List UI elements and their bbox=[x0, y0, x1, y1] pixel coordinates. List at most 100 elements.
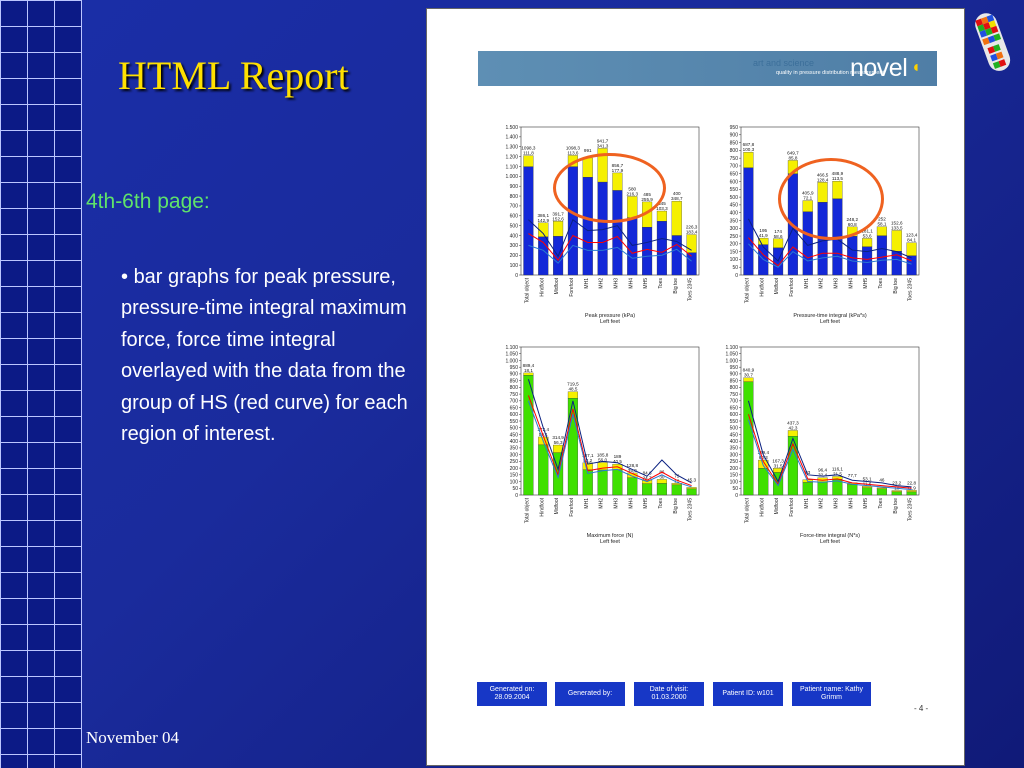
sd-bar bbox=[862, 238, 873, 247]
sd-bar bbox=[523, 155, 534, 167]
sd-bar bbox=[906, 490, 917, 493]
x-category-label: MH3 bbox=[613, 498, 619, 509]
y-tick-label: 650 bbox=[510, 405, 519, 411]
mean-bar bbox=[906, 255, 917, 276]
y-tick-label: 850 bbox=[730, 378, 739, 384]
info-generated-on: Generated on: 28.09.2004 bbox=[477, 682, 547, 706]
bar-sd-label: 100,3 bbox=[743, 147, 755, 152]
y-tick-label: 200 bbox=[730, 466, 739, 472]
y-tick-label: 350 bbox=[510, 446, 519, 452]
chart-subtitle: Left feet bbox=[820, 319, 840, 325]
bar-sd-label: 40,5 bbox=[613, 459, 622, 464]
y-tick-label: 100 bbox=[730, 479, 739, 485]
info-value: Grimm bbox=[820, 694, 842, 701]
y-tick-label: 550 bbox=[730, 419, 739, 425]
y-tick-label: 300 bbox=[730, 226, 739, 232]
x-category-label: Forefoot bbox=[789, 497, 795, 516]
x-category-label: MH3 bbox=[613, 278, 619, 289]
y-tick-label: 850 bbox=[510, 378, 519, 384]
sd-bar bbox=[773, 238, 784, 249]
bar-sd-label: 142,9 bbox=[538, 218, 550, 223]
y-tick-label: 1.300 bbox=[505, 145, 518, 151]
info-patient-id: Patient ID: w101 bbox=[713, 682, 783, 706]
y-tick-label: 150 bbox=[730, 249, 739, 255]
sd-bar bbox=[553, 221, 564, 237]
slide-title: HTML Report bbox=[118, 53, 349, 98]
mean-bar bbox=[523, 375, 534, 496]
mean-bar bbox=[656, 221, 667, 276]
y-tick-label: 100 bbox=[510, 263, 519, 269]
y-tick-label: 800 bbox=[510, 385, 519, 391]
x-category-label: Toes bbox=[658, 498, 664, 509]
info-label: Patient name: Kathy bbox=[799, 686, 864, 693]
x-category-label: MH4 bbox=[848, 498, 854, 509]
bar-sd-label: 30,7 bbox=[744, 373, 753, 378]
mean-bar bbox=[686, 488, 697, 496]
force-time-integral-chart: 0 50 100 150 200 250 300 350 400 450 500 550 600 650 7… bbox=[707, 341, 925, 551]
bullet-text: bar graphs for peak pressure, pressure-t… bbox=[121, 266, 408, 446]
mean-bar bbox=[567, 398, 578, 496]
bar-sd-label: 341,3 bbox=[597, 143, 609, 148]
y-tick-label: 350 bbox=[730, 218, 739, 224]
y-tick-label: 600 bbox=[510, 214, 519, 220]
y-tick-label: 700 bbox=[730, 164, 739, 170]
x-category-label: MH3 bbox=[833, 278, 839, 289]
info-patient-name: Patient name: Kathy Grimm bbox=[792, 682, 871, 706]
y-tick-label: 950 bbox=[510, 365, 519, 371]
mean-bar bbox=[671, 484, 682, 496]
y-tick-label: 200 bbox=[510, 253, 519, 259]
bar-sd-label: 53,6 bbox=[863, 233, 872, 238]
bar-sd-label: 48,5 bbox=[568, 387, 577, 392]
y-tick-label: 1.050 bbox=[725, 352, 738, 358]
sd-bar bbox=[891, 490, 902, 493]
banner-tagline: art and science bbox=[753, 58, 815, 68]
info-value: 28.09.2004 bbox=[494, 694, 530, 701]
y-tick-label: 500 bbox=[730, 195, 739, 201]
mean-bar bbox=[612, 469, 623, 496]
y-tick-label: 50 bbox=[732, 265, 738, 271]
y-tick-label: 450 bbox=[730, 203, 739, 209]
y-tick-label: 450 bbox=[730, 432, 739, 438]
y-tick-label: 550 bbox=[730, 187, 739, 193]
bar-sd-label: 31,5 bbox=[774, 463, 783, 468]
bar-sd-label: 152,6 bbox=[552, 216, 564, 221]
sd-bar bbox=[876, 487, 887, 489]
bar-sd-label: 84,1 bbox=[907, 238, 916, 243]
y-tick-label: 900 bbox=[730, 372, 739, 378]
y-tick-label: 1.000 bbox=[505, 174, 518, 180]
sd-bar bbox=[686, 487, 697, 490]
y-tick-label: 750 bbox=[730, 392, 739, 398]
info-generated-by: Generated by: bbox=[555, 682, 625, 706]
x-category-label: Toes 2345 bbox=[908, 278, 914, 301]
sd-bar bbox=[656, 479, 667, 484]
y-tick-label: 1.200 bbox=[505, 154, 518, 160]
sd-bar bbox=[567, 391, 578, 399]
mean-bar bbox=[876, 488, 887, 496]
y-tick-label: 0 bbox=[735, 493, 738, 499]
mean-bar bbox=[758, 468, 769, 496]
y-tick-label: 950 bbox=[730, 125, 739, 131]
y-tick-label: 700 bbox=[510, 399, 519, 405]
bar-value-label: 991 bbox=[584, 148, 592, 153]
x-category-label: MH4 bbox=[628, 498, 634, 509]
y-tick-label: 300 bbox=[510, 243, 519, 249]
slide-footer-date: November 04 bbox=[86, 728, 180, 747]
mean-bar bbox=[642, 483, 653, 496]
y-tick-label: 500 bbox=[510, 426, 519, 432]
y-tick-label: 650 bbox=[730, 405, 739, 411]
mean-bar bbox=[627, 217, 638, 276]
x-category-label: MH2 bbox=[819, 498, 825, 509]
x-category-label: Forefoot bbox=[569, 497, 575, 516]
bar-value-label: 46 bbox=[879, 478, 885, 483]
x-category-label: Toes bbox=[878, 498, 884, 509]
sd-bar bbox=[891, 230, 902, 252]
bar-sd-label: 58,6 bbox=[774, 234, 783, 239]
x-category-label: Hindfoot bbox=[759, 497, 765, 516]
x-category-label: MH3 bbox=[833, 498, 839, 509]
info-label: Patient ID: w101 bbox=[722, 690, 774, 697]
x-category-label: Total object bbox=[524, 497, 530, 523]
bar-sd-label: 56,3 bbox=[554, 440, 563, 445]
x-category-label: Toes 2345 bbox=[688, 278, 694, 301]
bar-sd-label: 348,7 bbox=[671, 196, 683, 201]
x-category-label: MH5 bbox=[643, 498, 649, 509]
